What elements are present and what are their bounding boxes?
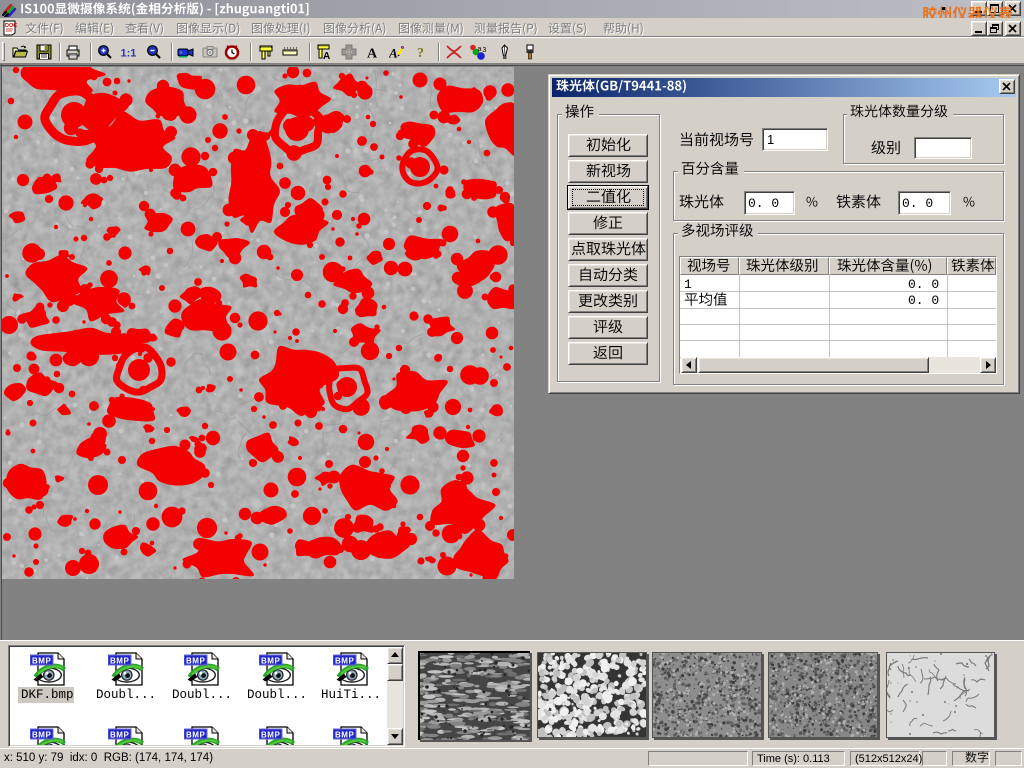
svg-text:DOC: DOC	[5, 23, 17, 29]
svg-text:1:1: 1:1	[121, 48, 137, 60]
svg-text:A: A	[367, 47, 378, 61]
svg-text:A: A	[389, 46, 398, 61]
svg-text:?: ?	[417, 46, 424, 60]
svg-text:a: a	[478, 46, 482, 53]
svg-text:3: 3	[483, 47, 487, 54]
svg-text:A: A	[323, 51, 330, 60]
